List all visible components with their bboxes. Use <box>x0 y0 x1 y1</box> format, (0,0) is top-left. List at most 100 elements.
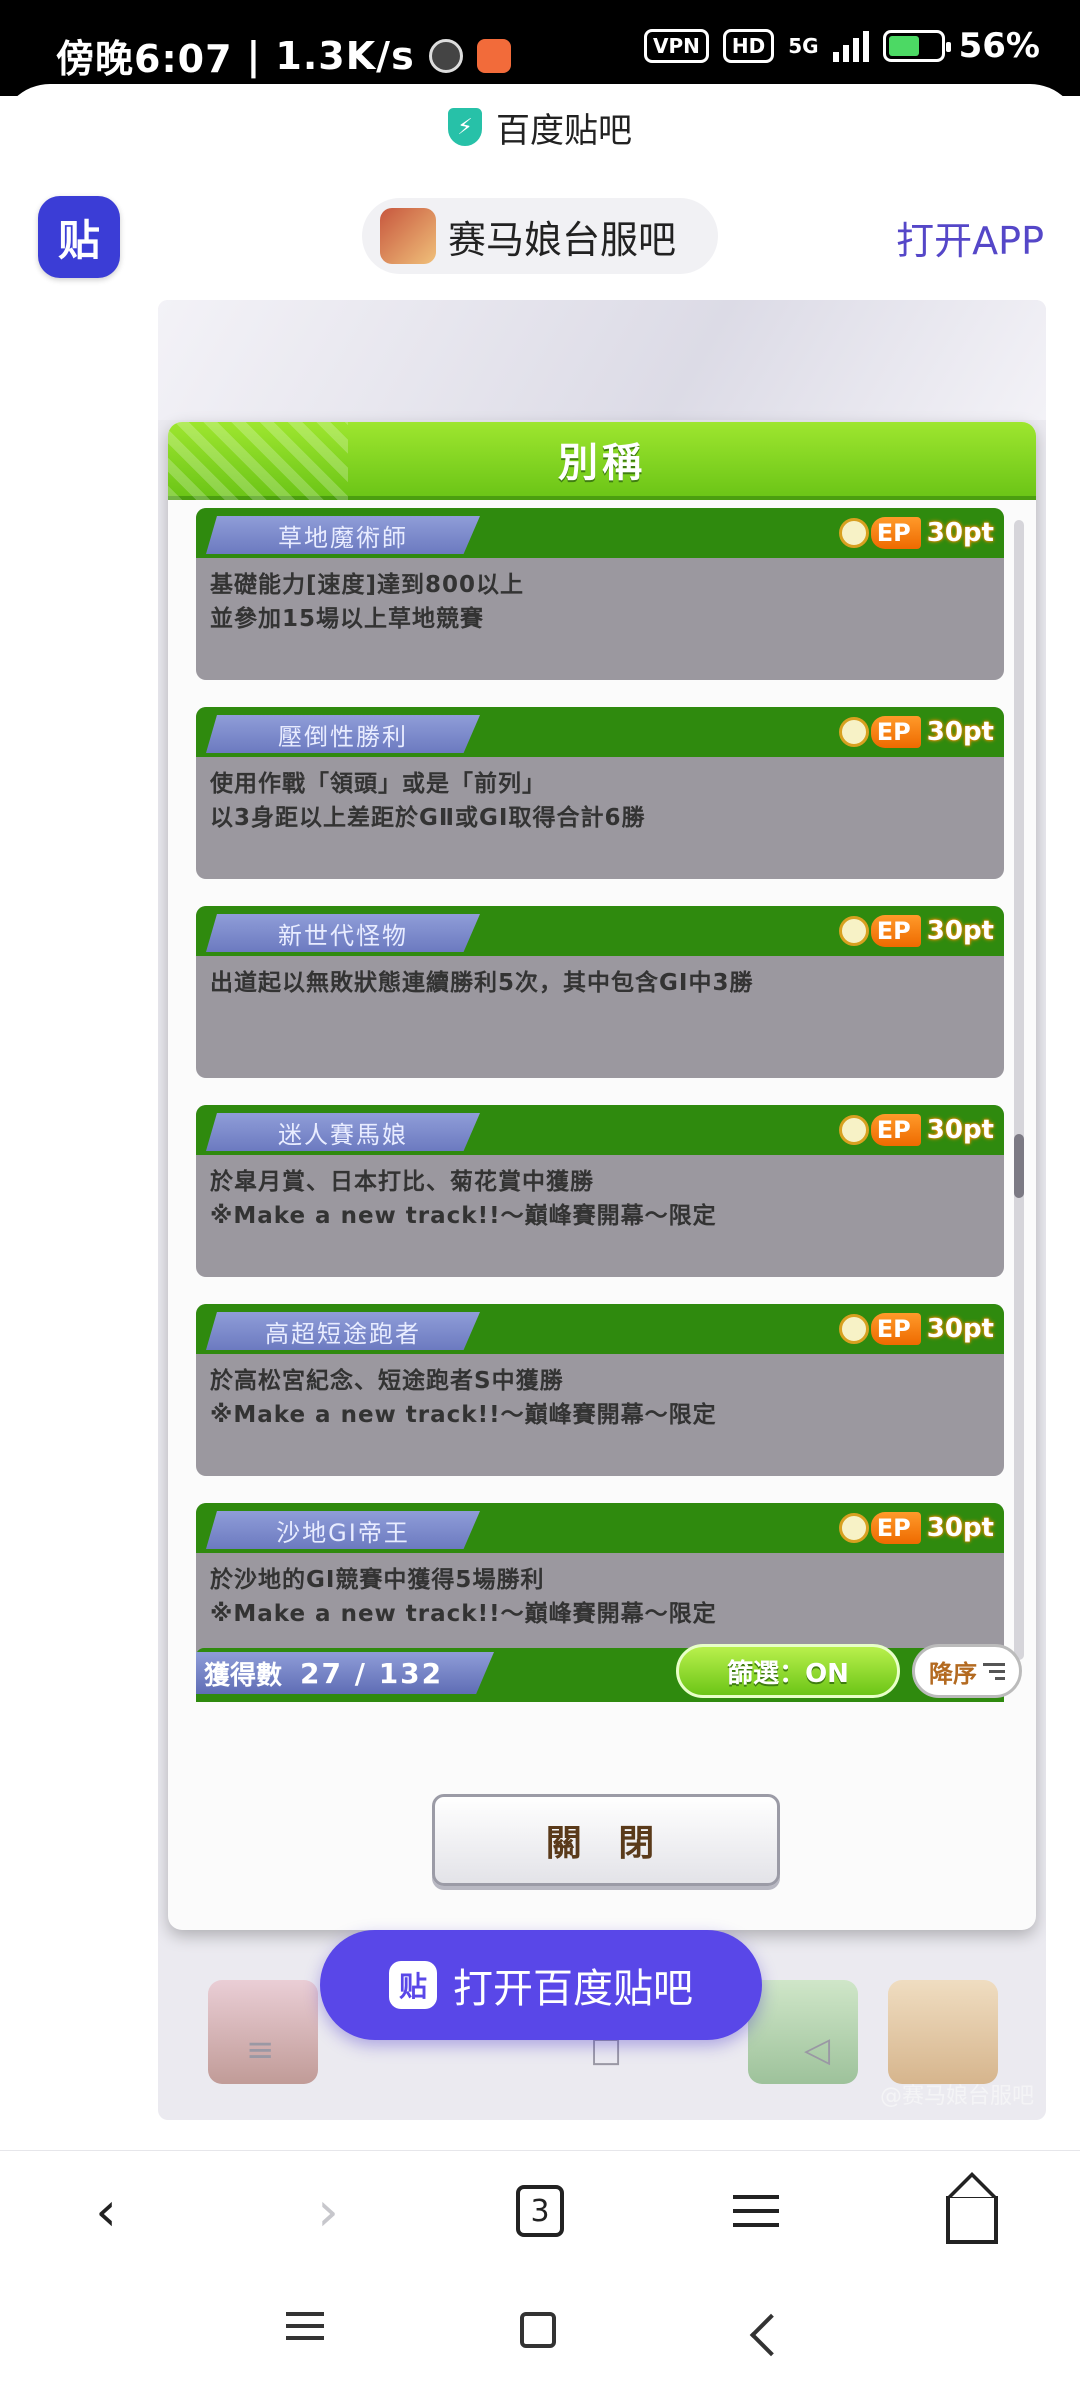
list-scrollbar-thumb[interactable] <box>1014 1134 1024 1198</box>
battery-percent: 56% <box>958 26 1040 66</box>
title-card[interactable]: 高超短途跑者 EP 30pt 於高松宮紀念、短途跑者S中獲勝 ※Make a n… <box>196 1304 1004 1476</box>
open-tieba-button[interactable]: 贴 打开百度贴吧 <box>320 1930 762 2040</box>
list-scrollbar-track[interactable] <box>1014 520 1024 1660</box>
condition-line-2: 並參加15場以上草地競賽 <box>210 606 485 632</box>
title-name: 高超短途跑者 <box>206 1312 480 1350</box>
coin-icon <box>838 1513 869 1543</box>
ep-label: EP <box>870 517 921 549</box>
titles-dialog: 別稱 草地魔術師 EP 30pt 基礎能力[速度]達到800以上 並參加15場以… <box>168 422 1036 1930</box>
open-app-link[interactable]: 打开APP <box>896 210 1044 265</box>
forum-name: 赛马娘台服吧 <box>448 217 677 262</box>
chevron-right-icon: › <box>317 2179 339 2243</box>
sort-label: 降序 <box>929 1659 977 1688</box>
menu-thumbnail <box>888 1980 998 2084</box>
ghost-back-icon: ◁ <box>804 2030 831 2070</box>
coin-icon <box>838 518 869 548</box>
title-card[interactable]: 壓倒性勝利 EP 30pt 使用作戰「領頭」或是「前列」 以3身距以上差距於GⅡ… <box>196 707 1004 879</box>
filter-button[interactable]: 篩選：ON <box>676 1644 900 1698</box>
condition-line-2: 以3身距以上差距於GⅡ或GⅠ取得合計6勝 <box>210 805 646 831</box>
system-back-icon[interactable] <box>749 2313 793 2357</box>
status-speed: 1.3K/s <box>275 33 415 78</box>
post-image[interactable]: 別稱 草地魔術師 EP 30pt 基礎能力[速度]達到800以上 並參加15場以… <box>158 300 1046 2120</box>
title-name: 草地魔術師 <box>206 516 480 554</box>
status-right: VPN HD 5G 56% <box>644 26 1040 66</box>
status-time: 傍晚6:07 <box>56 37 233 81</box>
system-nav-bar <box>0 2270 1080 2400</box>
ep-label: EP <box>870 716 921 748</box>
ep-points: 30pt <box>926 916 994 946</box>
condition-line-1: 於高松宮紀念、短途跑者S中獲勝 <box>210 1368 564 1394</box>
signal-icon <box>832 30 869 62</box>
coin-icon <box>838 916 869 946</box>
open-tieba-label: 打开百度贴吧 <box>453 1966 693 2012</box>
coin-icon <box>838 1314 869 1344</box>
obtained-count-value: 27 / 132 <box>300 1656 444 1690</box>
title-name: 沙地GⅠ帝王 <box>206 1511 480 1549</box>
home-button[interactable] <box>932 2172 1012 2244</box>
home-icon <box>946 2172 998 2244</box>
title-card[interactable]: 迷人賽馬娘 EP 30pt 於皐月賞、日本打比、菊花賞中獲勝 ※Make a n… <box>196 1105 1004 1277</box>
menu-thumbnail <box>748 1980 858 2084</box>
menu-button[interactable] <box>716 2181 796 2241</box>
browser-toolbar: ‹ › 3 <box>0 2150 1080 2270</box>
forum-chip[interactable]: 赛马娘台服吧 <box>362 198 718 274</box>
coin-icon <box>838 717 869 747</box>
obtained-count: 獲得數 27 / 132 <box>196 1652 494 1694</box>
ep-reward-badge: EP 30pt <box>838 912 994 950</box>
sort-button[interactable]: 降序 <box>912 1644 1022 1698</box>
game-background <box>158 300 1046 420</box>
dialog-header: 別稱 <box>168 422 1036 500</box>
app-notification-icon <box>428 38 463 73</box>
condition-line-1: 於沙地的GⅠ競賽中獲得5場勝利 <box>210 1567 545 1593</box>
condition-line-1: 使用作戰「領頭」或是「前列」 <box>210 771 546 797</box>
condition-line-2: ※Make a new track!!～巔峰賽開幕～限定 <box>210 1601 717 1627</box>
ep-points: 30pt <box>926 1513 994 1543</box>
ep-points: 30pt <box>926 518 994 548</box>
tab-count: 3 <box>516 2185 564 2237</box>
ep-reward-badge: EP 30pt <box>838 1111 994 1149</box>
watermark: @赛马娘台服吧 <box>879 2084 1034 2109</box>
title-card[interactable]: 新世代怪物 EP 30pt 出道起以無敗狀態連續勝利5次，其中包含GⅠ中3勝 <box>196 906 1004 1078</box>
obtained-count-label: 獲得數 <box>204 1660 283 1691</box>
tieba-icon: 贴 <box>389 1961 437 2009</box>
title-name: 壓倒性勝利 <box>206 715 480 753</box>
status-divider: | <box>246 33 262 78</box>
status-bar: 傍晚6:07 | 1.3K/s VPN HD 5G 56% <box>0 0 1080 96</box>
back-button[interactable]: ‹ <box>66 2180 146 2243</box>
tabs-button[interactable]: 3 <box>500 2181 580 2241</box>
title-name: 迷人賽馬娘 <box>206 1113 480 1151</box>
forum-avatar <box>380 208 436 264</box>
ep-points: 30pt <box>926 1314 994 1344</box>
condition-line-2: ※Make a new track!!～巔峰賽開幕～限定 <box>210 1402 717 1428</box>
menu-icon <box>733 2195 779 2227</box>
network-type: 5G <box>788 34 819 58</box>
site-title: 百度贴吧 <box>496 110 632 151</box>
close-button[interactable]: 關 閉 <box>432 1794 780 1886</box>
tieba-logo-icon[interactable]: 贴 <box>38 196 120 278</box>
ep-reward-badge: EP 30pt <box>838 1310 994 1348</box>
hd-icon: HD <box>722 29 775 63</box>
recents-icon[interactable] <box>286 2312 324 2340</box>
ep-points: 30pt <box>926 1115 994 1145</box>
shopping-notification-icon <box>476 38 511 73</box>
vpn-icon: VPN <box>644 29 709 63</box>
ep-label: EP <box>870 1313 921 1345</box>
condition-line-1: 出道起以無敗狀態連續勝利5次，其中包含GⅠ中3勝 <box>210 970 754 996</box>
title-name: 新世代怪物 <box>206 914 480 952</box>
forward-button[interactable]: › <box>288 2179 368 2243</box>
battery-icon <box>882 30 951 62</box>
ep-points: 30pt <box>926 717 994 747</box>
sort-descending-icon <box>983 1662 1005 1680</box>
ep-reward-badge: EP 30pt <box>838 713 994 751</box>
ep-label: EP <box>870 915 921 947</box>
ghost-menu-icon: ≡ <box>246 2030 275 2070</box>
title-card[interactable]: 草地魔術師 EP 30pt 基礎能力[速度]達到800以上 並參加15場以上草地… <box>196 508 1004 680</box>
ep-label: EP <box>870 1114 921 1146</box>
coin-icon <box>838 1115 869 1145</box>
system-home-icon[interactable] <box>520 2312 556 2348</box>
title-list: 草地魔術師 EP 30pt 基礎能力[速度]達到800以上 並參加15場以上草地… <box>196 508 1004 1702</box>
ep-reward-badge: EP 30pt <box>838 514 994 552</box>
condition-line-1: 基礎能力[速度]達到800以上 <box>210 572 525 598</box>
ep-label: EP <box>870 1512 921 1544</box>
condition-line-1: 於皐月賞、日本打比、菊花賞中獲勝 <box>210 1169 594 1195</box>
